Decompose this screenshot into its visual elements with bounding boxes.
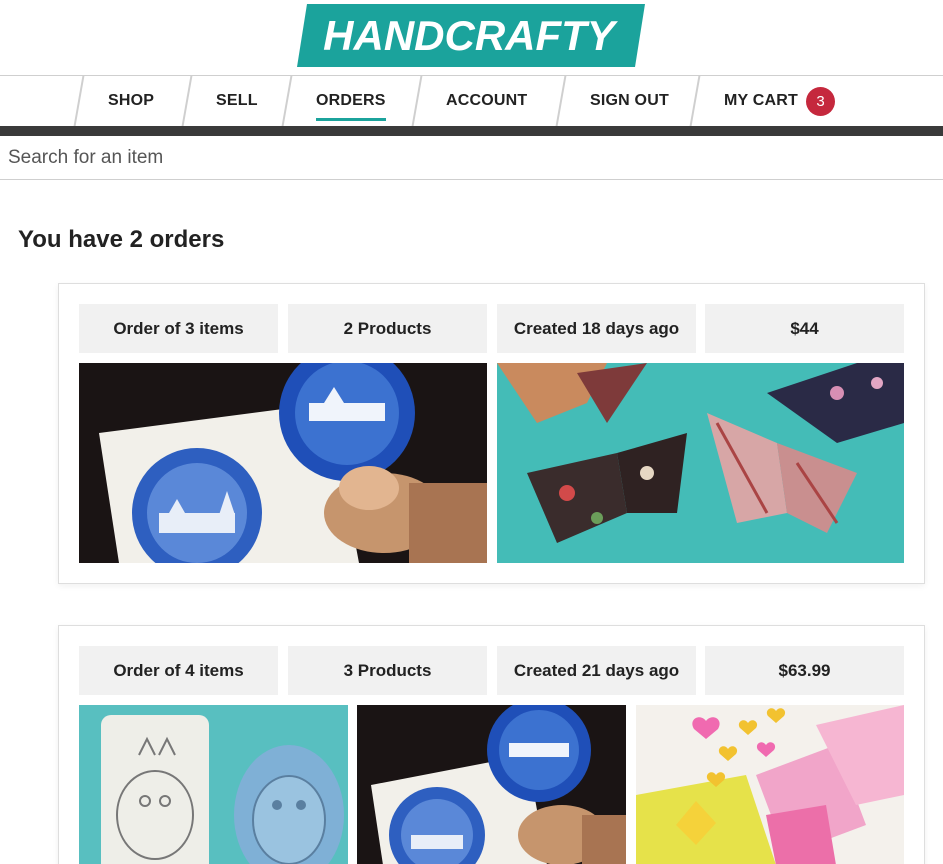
product-thumbnail-origami-birds[interactable] [636,705,904,864]
order-total: $63.99 [705,646,904,695]
search-bar [0,136,943,180]
page-title: You have 2 orders [18,226,225,253]
nav-orders[interactable]: ORDERS [316,76,386,126]
site-header: HANDCRAFTY [0,0,943,76]
nav-divider [181,76,193,126]
nav-divider [281,76,293,126]
nav-orders-label: ORDERS [316,90,386,121]
order-card[interactable]: Order of 3 items 2 Products Created 18 d… [58,283,925,584]
butterflies-image [497,363,904,563]
cart-count-badge[interactable]: 3 [806,87,835,116]
nav-account-label: ACCOUNT [446,92,528,109]
order-card[interactable]: Order of 4 items 3 Products Created 21 d… [58,625,925,864]
product-thumbnail-stamp[interactable] [357,705,626,864]
logo-graphic: HANDCRAFTY [297,4,645,67]
nav-divider [555,76,567,126]
order-items-count: Order of 3 items [79,304,278,353]
nav-shop[interactable]: SHOP [108,76,154,126]
stamp-image [79,363,487,563]
nav-my-cart[interactable]: MY CART [724,76,798,126]
nav-divider [689,76,701,126]
product-thumbnail-totoro-stamp[interactable] [79,705,348,864]
order-created-date: Created 18 days ago [497,304,696,353]
nav-shop-label: SHOP [108,92,155,109]
nav-sign-out-label: SIGN OUT [590,92,669,109]
logo-text: HANDCRAFTY [323,12,619,59]
nav-sign-out[interactable]: SIGN OUT [590,76,669,126]
handcrafty-logo[interactable]: HANDCRAFTY [297,4,645,67]
nav-divider [411,76,423,126]
product-thumbnail-stamp[interactable] [79,363,487,563]
stamp-image [357,705,626,864]
nav-divider [73,76,85,126]
order-products-count: 2 Products [288,304,487,353]
order-total: $44 [705,304,904,353]
totoro-stamp-image [79,705,348,864]
main-nav: SHOP SELL ORDERS ACCOUNT SIGN OUT MY CAR… [0,76,943,126]
order-created-date: Created 21 days ago [497,646,696,695]
search-input[interactable] [0,136,943,179]
order-products-count: 3 Products [288,646,487,695]
nav-account[interactable]: ACCOUNT [446,76,527,126]
order-items-count: Order of 4 items [79,646,278,695]
nav-sell[interactable]: SELL [216,76,258,126]
origami-birds-image [636,705,904,864]
nav-sell-label: SELL [216,92,258,109]
nav-my-cart-label: MY CART [724,92,798,109]
product-thumbnail-butterflies[interactable] [497,363,904,563]
nav-underline-bar [0,126,943,136]
